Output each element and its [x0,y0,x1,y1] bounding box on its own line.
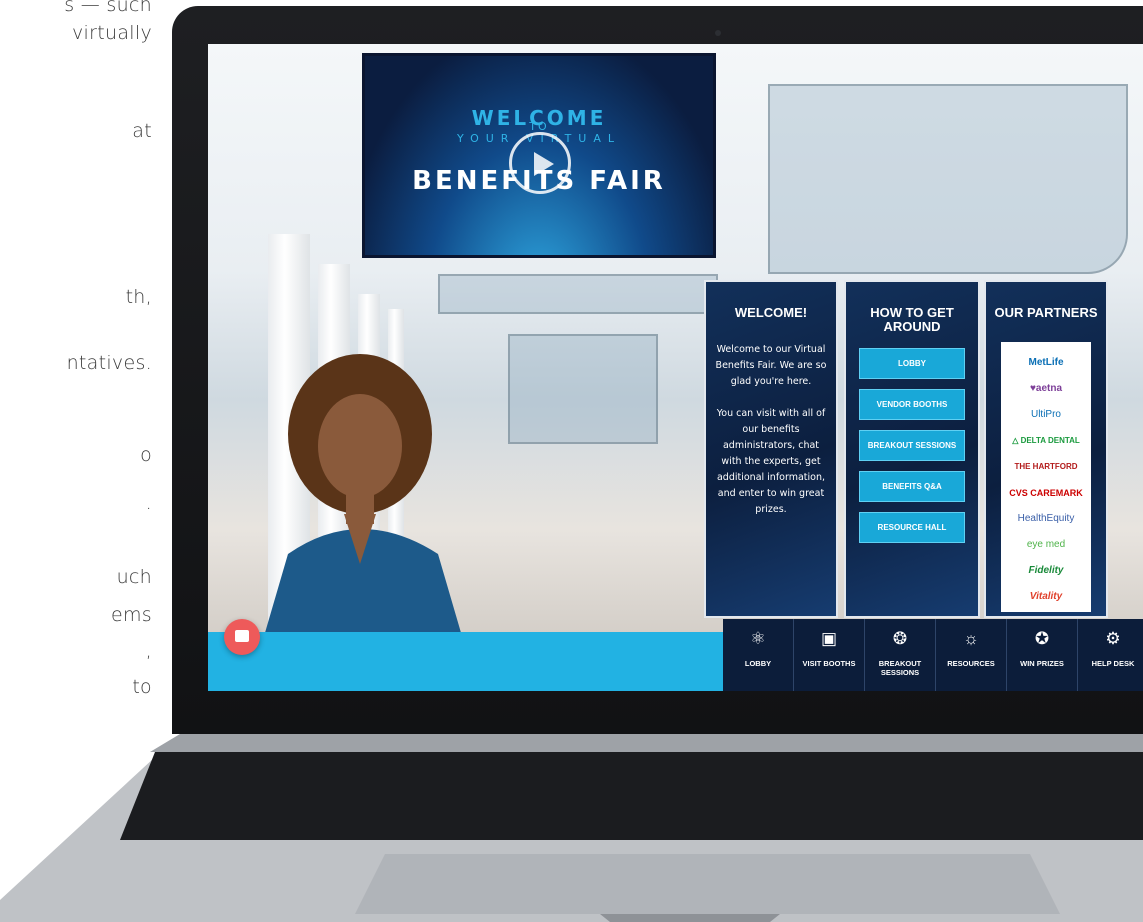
copy-line: uch [116,566,152,588]
welcome-panel-title: WELCOME! [734,305,808,320]
webcam-icon [715,30,721,36]
gear-search-icon: ⚙ [1105,629,1121,648]
copy-line: to [132,676,152,698]
bottom-nav-label: VISIT BOOTHS [802,659,856,668]
curved-glass-wall [768,84,1128,274]
copy-line: ntatives. [66,352,152,374]
copy-line: , [145,640,152,662]
copy-line: ems [111,604,152,626]
nav-button-vendor-booths[interactable]: VENDOR BOOTHS [859,389,965,420]
nav-button-resource-hall[interactable]: RESOURCE HALL [859,512,965,543]
how-to-get-around-panel: HOW TO GET AROUND LOBBY VENDOR BOOTHS BR… [844,280,980,618]
nav-button-benefits-qa[interactable]: BENEFITS Q&A [859,471,965,502]
side-marketing-copy: s — such virtually at th, ntatives. o . … [0,0,160,720]
play-icon[interactable] [509,132,571,194]
healthequity-logo[interactable]: HealthEquity [1001,506,1091,532]
virtual-lobby-screen: WELCOME YOUR VIRTUAL TO BENEFITS FAIR WE… [208,44,1143,691]
copy-line: o [140,444,152,466]
bottom-nav-label: LOBBY [744,659,772,668]
our-partners-panel: OUR PARTNERS MetLife ♥aetna UltiPro △ DE… [984,280,1108,618]
the-hartford-logo[interactable]: THE HARTFORD [1001,454,1091,480]
vitality-logo[interactable]: Vitality [1001,584,1091,610]
copy-line: virtually [72,22,152,44]
bottom-nav-help-desk[interactable]: ⚙ HELP DESK [1078,619,1143,691]
fidelity-logo[interactable]: Fidelity [1001,558,1091,584]
entrance-doors [508,334,658,444]
nav-button-breakout-sessions[interactable]: BREAKOUT SESSIONS [859,430,965,461]
copy-line: at [132,120,152,142]
bottom-nav-label: BREAKOUT SESSIONS [878,659,922,677]
bottom-nav-label: WIN PRIZES [1020,659,1064,668]
laptop-keyboard-deck [0,722,1143,922]
bottom-nav-breakout-sessions[interactable]: ❂ BREAKOUT SESSIONS [865,619,936,691]
bottom-nav-win-prizes[interactable]: ✪ WIN PRIZES [1007,619,1078,691]
welcome-video[interactable]: WELCOME YOUR VIRTUAL TO BENEFITS FAIR [362,53,716,258]
brain-icon: ❂ [892,629,908,648]
welcome-paragraph: Welcome to our Virtual Benefits Fair. We… [715,344,827,387]
award-icon: ✪ [1034,629,1050,648]
ultipro-logo[interactable]: UltiPro [1001,402,1091,428]
bottom-nav-lobby[interactable]: ⚛ LOBBY [723,619,794,691]
copy-line: . [145,492,152,514]
chat-bubble-icon[interactable] [224,619,260,655]
welcome-panel: WELCOME! Welcome to our Virtual Benefits… [704,280,838,618]
network-icon: ⚛ [750,629,766,648]
cvs-caremark-logo[interactable]: CVS CAREMARK [1001,480,1091,506]
nav-button-lobby[interactable]: LOBBY [859,348,965,379]
lightbulb-icon: ☼ [963,629,979,648]
bottom-nav-visit-booths[interactable]: ▣ VISIT BOOTHS [794,619,865,691]
booth-icon: ▣ [820,629,838,648]
copy-line: th, [125,286,152,308]
bottom-nav-resources[interactable]: ☼ RESOURCES [936,619,1007,691]
bottom-nav-label: HELP DESK [1091,659,1135,668]
copy-line: s — such [64,0,152,16]
eyemed-logo[interactable]: eye med [1001,532,1091,558]
partners-panel-title: OUR PARTNERS [994,305,1098,320]
upper-windows [438,274,718,314]
delta-dental-logo[interactable]: △ DELTA DENTAL [1001,428,1091,454]
metlife-logo[interactable]: MetLife [1001,350,1091,376]
aetna-logo[interactable]: ♥aetna [1001,376,1091,402]
welcome-paragraph: You can visit with all of our benefits a… [716,408,826,515]
partner-logos: MetLife ♥aetna UltiPro △ DELTA DENTAL TH… [1001,342,1091,612]
bottom-nav-label: RESOURCES [947,659,995,668]
bottom-navigation: ⚛ LOBBY ▣ VISIT BOOTHS ❂ BREAKOUT SESSIO… [723,619,1143,691]
nav-panel-title: HOW TO GET AROUND [870,305,954,334]
